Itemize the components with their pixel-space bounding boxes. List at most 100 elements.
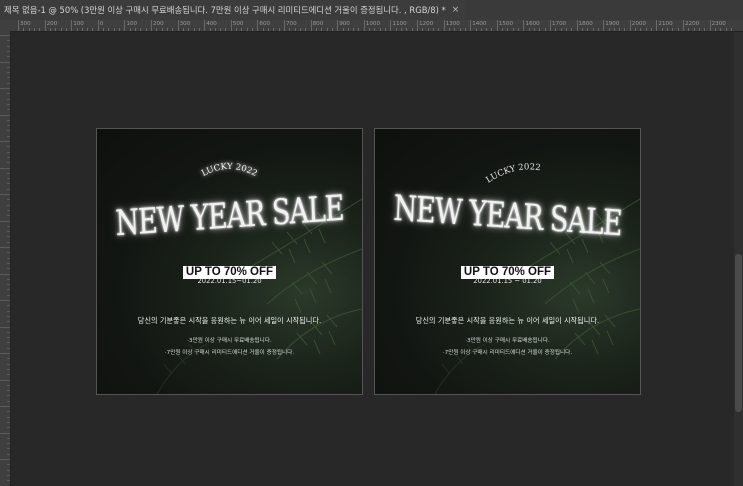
ruler-minor-tick [672,28,674,31]
ruler-major-tick [0,194,10,195]
ruler-minor-tick [7,421,10,423]
ruler-label: 1900 [605,21,620,27]
ruler-major-tick [470,20,472,31]
ruler-minor-tick [624,28,626,31]
artboard-2[interactable]: LUCKY 2022 NEW YEAR SALE UP TO 70% OFF 2… [374,128,641,395]
ruler-minor-tick [480,28,482,31]
ruler-minor-tick [299,28,301,31]
ruler-minor-tick [7,289,10,291]
ruler-minor-tick [512,28,514,31]
ruler-minor-tick [7,162,10,164]
ruler-minor-tick [7,374,10,376]
vertical-ruler[interactable] [0,31,11,486]
ruler-minor-tick [7,135,10,137]
ruler-minor-tick [539,28,541,31]
ruler-minor-tick [395,28,397,31]
vertical-scrollbar[interactable] [734,32,743,486]
ruler-minor-tick [353,28,355,31]
ruler-minor-tick [7,66,10,68]
ruler-label: 300 [20,21,31,27]
ruler-major-tick [390,20,392,31]
ruler-major-tick [284,20,285,31]
ruler-label: 200 [153,21,164,27]
ruler-minor-tick [7,72,10,74]
tagline: 당신의 기분좋은 시작을 응원하는 뉴 이어 세일이 시작됩니다. [137,316,322,325]
ruler-minor-tick [135,28,137,31]
ruler-minor-tick [651,28,653,31]
ruler-minor-tick [7,262,10,264]
ruler-label: 2300 [711,21,726,27]
ruler-minor-tick [7,188,10,190]
ruler-minor-tick [7,178,10,180]
ruler-major-tick [0,326,10,328]
ruler-minor-tick [704,28,706,31]
ruler-minor-tick [92,28,94,31]
ruler-minor-tick [544,28,546,31]
ruler-minor-tick [140,28,142,31]
ruler-minor-tick [198,28,200,31]
ruler-major-tick [0,88,10,89]
ruler-minor-tick [236,28,238,31]
ruler-minor-tick [677,28,679,31]
ruler-minor-tick [7,305,10,307]
ruler-minor-tick [7,199,10,201]
ruler-minor-tick [145,28,147,31]
document-tab-bar: 제목 없음-1 @ 50% (3만원 이상 구매시 무료배송됩니다. 7만원 이… [0,0,743,21]
ruler-major-tick [0,35,10,36]
ruler-major-tick [71,20,73,31]
ruler-major-tick [523,20,525,31]
ruler-minor-tick [7,82,10,84]
ruler-major-tick [337,20,339,31]
ruler-minor-tick [7,98,10,100]
ruler-minor-tick [640,28,642,31]
ruler-minor-tick [725,28,727,31]
free-shipping-note: ·3만원 이상 구매시 무료배송됩니다. [465,338,550,344]
ruler-minor-tick [7,125,10,127]
ruler-minor-tick [241,28,243,31]
close-icon[interactable]: × [452,5,460,15]
tagline: 당신의 기분좋은 시작을 응원하는 뉴 이어 세일이 시작됩니다. [415,316,600,325]
ruler-major-tick [0,273,10,275]
document-tab[interactable]: 제목 없음-1 @ 50% (3만원 이상 구매시 무료배송됩니다. 7만원 이… [0,0,466,20]
ruler-major-tick [310,20,312,31]
ruler-minor-tick [331,28,333,31]
ruler-minor-tick [7,45,10,47]
ruler-minor-tick [7,321,10,323]
ruler-major-tick [257,20,259,31]
ruler-minor-tick [358,28,360,31]
ruler-label: 700 [286,21,297,27]
horizontal-ruler[interactable]: 300 200 100 0 100 200 300 400 500 600 700 800 900 100… [10,20,743,32]
ruler-minor-tick [108,28,110,31]
ruler-minor-tick [7,358,10,360]
ruler-label: 100 [73,21,84,27]
ruler-label: 1700 [552,21,567,27]
ruler-minor-tick [448,28,450,31]
ruler-minor-tick [7,368,10,370]
ruler-minor-tick [214,28,216,31]
ruler-minor-tick [7,315,10,317]
ruler-label: 200 [46,21,58,27]
ruler-label: 2100 [658,21,673,27]
ruler-minor-tick [714,28,716,31]
ruler-minor-tick [289,28,291,31]
scrollbar-thumb[interactable] [735,254,742,412]
ruler-major-tick [151,20,152,31]
ruler-minor-tick [7,342,10,344]
ruler-label: 0 [99,21,104,27]
ruler-minor-tick [321,28,323,31]
ruler-minor-tick [65,28,67,31]
ruler-minor-tick [565,28,567,31]
ruler-minor-tick [7,347,10,349]
ruler-major-tick [496,20,498,31]
ruler-minor-tick [7,469,10,471]
ruler-minor-tick [23,28,25,31]
ruler-minor-tick [188,28,190,31]
ruler-minor-tick [592,28,594,31]
ruler-minor-tick [7,225,10,227]
ruler-minor-tick [7,241,10,243]
gift-note: ·7만원 이상 구매시 리미티드에디션 거울이 증정됩니다. [442,350,573,356]
ruler-minor-tick [667,28,669,31]
artboard-1[interactable]: LUCKY 2022 NEW YEAR SALE UP TO 70% OFF 2… [96,128,363,395]
ruler-label: 2200 [685,21,700,27]
svg-text:LUCKY 2022: LUCKY 2022 [200,162,259,179]
